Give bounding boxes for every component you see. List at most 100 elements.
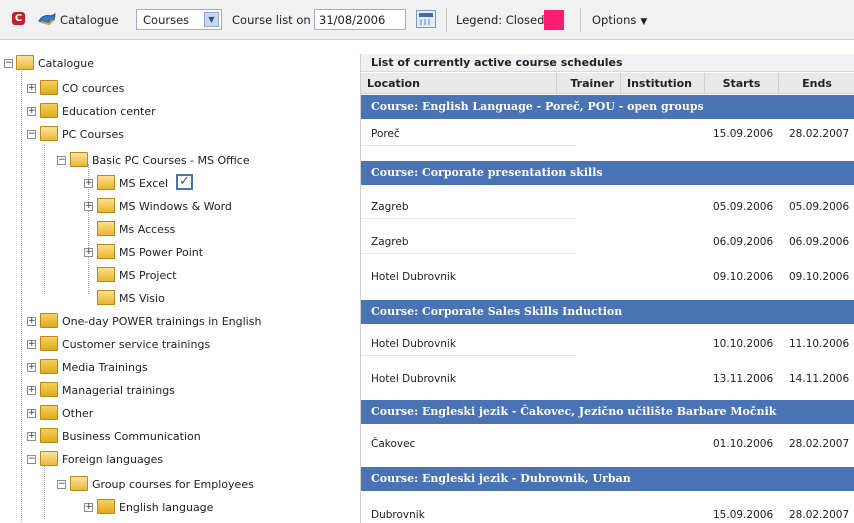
chevron-down-icon[interactable]: ▼ [204,12,219,27]
column-header-location[interactable]: Location [361,73,557,94]
toolbar: C Catalogue Courses ▼ Course list on : 3… [0,0,854,40]
table-row[interactable]: Hotel Dubrovnik 09.10.2006 09.10.2006 [361,267,854,289]
catalogue-icon[interactable] [37,12,57,26]
calendar-icon[interactable] [416,10,436,28]
tree-item-label: Catalogue [38,57,94,70]
folder-icon [40,405,58,420]
table-row[interactable]: Hotel Dubrovnik 10.10.2006 11.10.2006 [361,334,854,356]
tree-item-media-trainings[interactable]: + Media Trainings [0,358,358,380]
type-select-value: Courses [143,13,190,27]
expand-icon[interactable]: + [84,248,93,257]
table-row[interactable]: Poreč 15.09.2006 28.02.2007 [361,124,854,146]
course-group-header[interactable]: Course: Corporate Sales Skills Induction [361,300,854,324]
tree-item-managerial[interactable]: + Managerial trainings [0,381,358,403]
cell-starts: 15.09.2006 [713,509,774,521]
folder-icon [40,336,58,351]
cell-ends: 28.02.2007 [789,438,850,450]
table-row[interactable]: Zagreb 06.09.2006 06.09.2006 [361,232,854,254]
expand-icon[interactable]: + [84,202,93,211]
tree-item-customer-service[interactable]: + Customer service trainings [0,335,358,357]
column-header-institution[interactable]: Institution [621,73,705,94]
tree-item-group-courses-employees[interactable]: − Group courses for Employees [0,475,358,497]
cell-starts: 15.09.2006 [713,128,774,140]
tree-item-co-cources[interactable]: + CO cources [0,79,358,101]
column-header-ends[interactable]: Ends [779,73,854,94]
expand-icon[interactable]: + [84,503,93,512]
checkbox-checked-icon[interactable]: ✓ [176,174,193,190]
type-select[interactable]: Courses ▼ [136,9,222,30]
table-row[interactable]: Hotel Dubrovnik 13.11.2006 14.11.2006 [361,369,854,391]
schedule-title: List of currently active course schedule… [361,54,854,72]
collapse-icon[interactable]: − [27,130,36,139]
tree-item-education-center[interactable]: + Education center [0,102,358,124]
course-list-label: Course list on : [232,13,319,27]
folder-open-icon [16,55,34,70]
expand-icon[interactable]: + [27,409,36,418]
caret-down-icon: ▼ [640,17,648,27]
expand-icon[interactable]: + [84,179,93,188]
date-field[interactable]: 31/08/2006 [314,9,406,30]
tree-item-ms-excel[interactable]: + MS Excel ✓ [0,174,358,196]
folder-icon [97,290,115,305]
expand-icon[interactable]: + [27,386,36,395]
cell-location: Hotel Dubrovnik [371,338,456,350]
table-row[interactable]: Zagreb 05.09.2006 05.09.2006 [361,197,854,219]
expand-icon[interactable]: + [27,84,36,93]
catalogue-button[interactable]: Catalogue [60,13,119,27]
expand-icon[interactable]: + [27,340,36,349]
collapse-icon[interactable]: − [57,480,66,489]
tree-item-label: MS Excel [119,177,169,190]
tree-item-ms-access[interactable]: Ms Access [0,220,358,242]
tree-item-business-communication[interactable]: + Business Communication [0,427,358,449]
cell-ends: 28.02.2007 [789,509,850,521]
course-group-header[interactable]: Course: Corporate presentation skills [361,161,854,185]
collapse-icon[interactable]: − [27,455,36,464]
folder-icon [40,103,58,118]
expand-icon[interactable]: + [27,432,36,441]
collapse-icon[interactable]: − [4,59,13,68]
options-menu-button[interactable]: Options ▼ [592,13,647,27]
cell-starts: 06.09.2006 [713,236,774,248]
folder-open-icon [40,126,58,141]
tree-item-ms-windows-word[interactable]: + MS Windows & Word [0,197,358,219]
column-header-trainer[interactable]: Trainer [557,73,621,94]
cell-ends: 09.10.2006 [789,271,850,283]
expand-icon[interactable]: + [27,107,36,116]
back-icon[interactable]: C [12,12,25,25]
course-group-header[interactable]: Course: Engleski jezik - Čakovec, Jezičn… [361,400,854,424]
toolbar-divider [446,8,447,32]
collapse-icon[interactable]: − [57,156,66,165]
tree-item-label: One-day POWER trainings in English [62,315,262,328]
tree-item-label: CO cources [62,82,125,95]
schedule-panel: List of currently active course schedule… [360,54,854,523]
course-group-header[interactable]: Course: English Language - Poreč, POU - … [361,95,854,119]
folder-icon [97,499,115,514]
tree-item-ms-visio[interactable]: MS Visio [0,289,358,311]
tree-item-other[interactable]: + Other [0,404,358,426]
tree-item-label: MS Visio [119,292,165,305]
row-divider [361,355,576,356]
folder-icon [97,244,115,259]
tree-item-foreign-languages[interactable]: − Foreign languages [0,450,358,472]
course-group-header[interactable]: Course: Engleski jezik - Dubrovnik, Urba… [361,467,854,491]
column-header-starts[interactable]: Starts [705,73,779,94]
folder-icon [97,267,115,282]
tree-root[interactable]: − Catalogue [0,54,358,76]
table-row[interactable]: Dubrovnik 15.09.2006 28.02.2007 [361,505,854,523]
tree-item-ms-project[interactable]: MS Project [0,266,358,288]
tree-item-label: Ms Access [119,223,176,236]
tree-item-label: Other [62,407,94,420]
folder-icon [97,175,115,190]
legend-label: Legend: Closed [456,13,545,27]
tree-item-basic-pc-courses[interactable]: − Basic PC Courses - MS Office [0,151,358,173]
tree-item-ms-power-point[interactable]: + MS Power Point [0,243,358,265]
tree-item-pc-courses[interactable]: − PC Courses [0,125,358,147]
table-row[interactable]: Čakovec 01.10.2006 28.02.2007 [361,434,854,456]
tree-item-english-language[interactable]: + English language [0,498,358,520]
expand-icon[interactable]: + [27,317,36,326]
expand-icon[interactable]: + [27,363,36,372]
folder-icon [40,428,58,443]
tree-item-label: PC Courses [62,128,124,141]
tree-item-one-day-power[interactable]: + One-day POWER trainings in English [0,312,358,334]
options-label: Options [592,13,637,27]
